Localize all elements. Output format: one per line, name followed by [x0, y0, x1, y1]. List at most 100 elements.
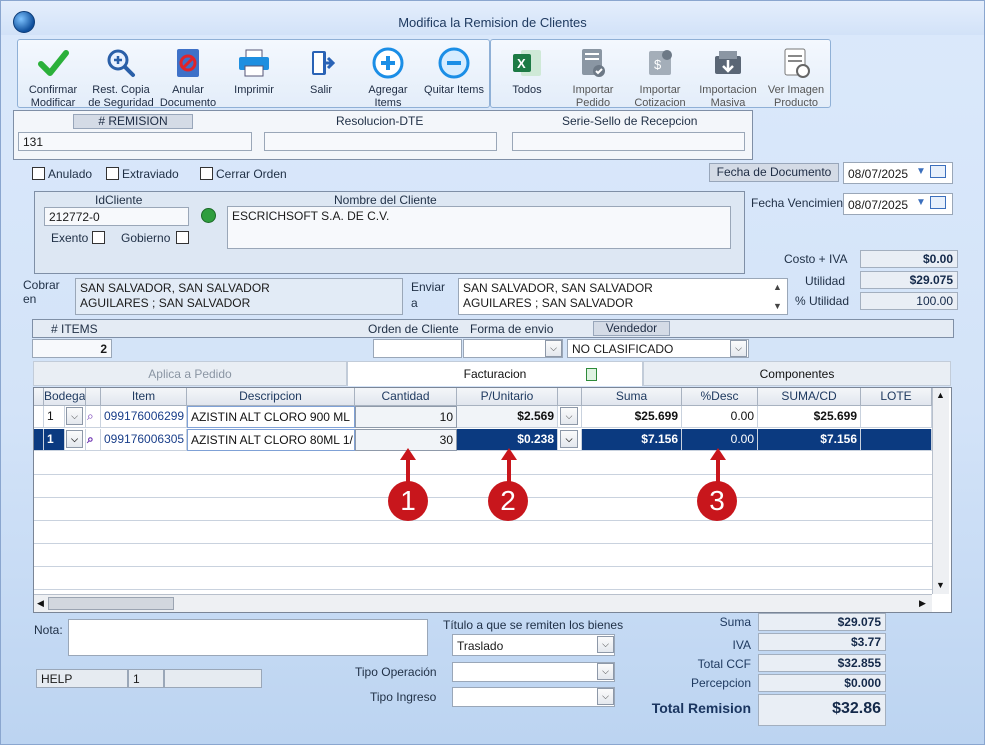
cobrar-field[interactable]: SAN SALVADOR, SAN SALVADOR AGUILARES ; S…	[75, 278, 403, 315]
scroll-right-icon[interactable]: ▶	[919, 598, 926, 609]
cell-punitario[interactable]: $2.569	[457, 406, 558, 428]
client-id-label: IdCliente	[95, 193, 143, 207]
check-circle-icon[interactable]	[201, 208, 216, 223]
table-row[interactable]: 1 ⌵ ⌕ 099176006299 AZISTIN ALT CLORO 900…	[34, 406, 932, 428]
void-document-button[interactable]: Anular Documento	[158, 40, 218, 109]
calendar-icon[interactable]	[930, 165, 946, 178]
utilidad-percent-value: 100.00	[860, 292, 958, 310]
chevron-down-icon[interactable]: ⌵	[560, 407, 578, 425]
table-row-selected[interactable]: 1 ⌵ ⌕ 099176006305 AZISTIN ALT CLORO 80M…	[34, 429, 932, 451]
exit-label: Salir	[309, 84, 332, 96]
chevron-down-icon[interactable]: ▼	[916, 166, 926, 177]
extraviado-checkbox[interactable]	[106, 167, 119, 180]
col-bodega[interactable]: Bodega	[44, 388, 86, 406]
chevron-down-icon[interactable]: ⌵	[597, 636, 614, 653]
col-price-list[interactable]	[558, 388, 582, 406]
cell-bodega[interactable]: 1	[44, 429, 65, 451]
remove-items-button[interactable]: Quitar Items	[422, 40, 486, 108]
cell-bodega[interactable]: 1	[44, 406, 65, 428]
orden-cliente-field[interactable]	[373, 339, 462, 358]
empty-row	[34, 544, 932, 567]
cell-descripcion[interactable]: AZISTIN ALT CLORO 900 ML	[187, 406, 355, 428]
add-items-button[interactable]: Agregar Items	[356, 40, 420, 109]
chevron-down-icon[interactable]: ⌵	[730, 340, 747, 357]
scroll-thumb[interactable]	[48, 597, 174, 610]
cell-sumacd: $25.699	[758, 406, 861, 428]
scroll-up-icon[interactable]: ▲	[773, 280, 782, 295]
tab-componentes[interactable]: Componentes	[643, 361, 951, 386]
excel-all-button[interactable]: X Todos	[495, 40, 559, 108]
col-lote[interactable]: LOTE	[861, 388, 932, 406]
price-dropdown[interactable]: ⌵	[558, 429, 582, 451]
resolucion-label: Resolucion-DTE	[336, 114, 424, 128]
search-icon[interactable]: ⌕	[86, 429, 101, 451]
due-date-field[interactable]: 08/07/2025 ▼	[843, 193, 953, 215]
client-id-field[interactable]: 212772-0	[44, 207, 189, 226]
col-sumacd[interactable]: SUMA/CD	[758, 388, 861, 406]
cell-lote[interactable]	[861, 406, 932, 428]
bulk-import-button[interactable]: Importacion Masiva	[695, 40, 761, 109]
chevron-down-icon[interactable]: ⌵	[545, 340, 562, 357]
cell-lote[interactable]	[861, 429, 932, 451]
scroll-left-icon[interactable]: ◀	[37, 598, 44, 609]
calendar-icon[interactable]	[930, 196, 946, 209]
doc-date-value: 08/07/2025	[848, 167, 909, 181]
tab-facturacion[interactable]: Facturacion	[347, 361, 643, 386]
product-image-button[interactable]: Ver Imagen Producto	[763, 40, 829, 109]
print-button[interactable]: Imprimir	[222, 40, 286, 108]
enviar-field[interactable]: SAN SALVADOR, SAN SALVADOR AGUILARES ; S…	[458, 278, 788, 315]
nota-field[interactable]	[68, 619, 428, 656]
col-suma[interactable]: Suma	[582, 388, 682, 406]
chevron-down-icon[interactable]: ⌵	[66, 430, 83, 448]
cell-item[interactable]: 099176006299	[101, 406, 187, 428]
marker-arrow-1	[406, 459, 410, 483]
cell-cantidad[interactable]: 10	[355, 406, 457, 428]
tipo-ingreso-select[interactable]	[452, 687, 615, 707]
gobierno-checkbox[interactable]	[176, 231, 189, 244]
anulado-checkbox[interactable]	[32, 167, 45, 180]
col-descripcion[interactable]: Descripcion	[187, 388, 355, 406]
scroll-up-icon[interactable]: ▲	[936, 390, 945, 400]
cell-suma: $7.156	[582, 429, 682, 451]
cerrar-orden-checkbox[interactable]	[200, 167, 213, 180]
remove-items-label: Quitar Items	[424, 84, 484, 96]
cell-item[interactable]: 099176006305	[101, 429, 187, 451]
chevron-down-icon[interactable]: ▼	[916, 197, 926, 208]
chevron-down-icon[interactable]: ⌵	[597, 663, 614, 680]
resolucion-field[interactable]	[264, 132, 497, 151]
cell-descripcion[interactable]: AZISTIN ALT CLORO 80ML 1/	[187, 429, 355, 451]
scroll-down-icon[interactable]: ▼	[773, 299, 782, 314]
extraviado-label: Extraviado	[122, 167, 179, 181]
vendedor-select[interactable]: NO CLASIFICADO	[567, 339, 749, 358]
chevron-down-icon[interactable]: ⌵	[66, 407, 83, 425]
tab-aplica-pedido[interactable]: Aplica a Pedido	[33, 361, 347, 386]
exento-checkbox[interactable]	[92, 231, 105, 244]
col-cantidad[interactable]: Cantidad	[355, 388, 457, 406]
remision-number-field[interactable]: 131	[18, 132, 252, 151]
titulo-select[interactable]: Traslado	[452, 634, 615, 656]
col-bodega-search[interactable]	[86, 388, 101, 406]
confirm-button[interactable]: Confirmar Modificar	[22, 40, 84, 109]
col-desc[interactable]: %Desc	[682, 388, 758, 406]
bodega-dropdown[interactable]: ⌵	[65, 406, 86, 428]
restore-backup-button[interactable]: Rest. Copia de Seguridad	[86, 40, 156, 109]
col-item[interactable]: Item	[101, 388, 187, 406]
bodega-dropdown[interactable]: ⌵	[65, 429, 86, 451]
vertical-scrollbar[interactable]: ▲ ▼	[932, 388, 949, 594]
col-punitario[interactable]: P/Unitario	[457, 388, 558, 406]
horizontal-scrollbar[interactable]: ◀ ▶	[34, 594, 932, 612]
serie-sello-field[interactable]	[512, 132, 745, 151]
total-remision-value: $32.86	[758, 694, 886, 726]
doc-date-field[interactable]: 08/07/2025 ▼	[843, 162, 953, 184]
scroll-down-icon[interactable]: ▼	[936, 580, 945, 590]
exit-button[interactable]: Salir	[290, 40, 352, 108]
cell-desc[interactable]: 0.00	[682, 406, 758, 428]
tipo-operacion-select[interactable]	[452, 662, 615, 682]
client-name-field[interactable]: ESCRICHSOFT S.A. DE C.V.	[227, 206, 731, 249]
cobrar-line-2: AGUILARES ; SAN SALVADOR	[80, 296, 251, 310]
chevron-down-icon[interactable]: ⌵	[560, 430, 578, 448]
price-dropdown[interactable]: ⌵	[558, 406, 582, 428]
search-icon[interactable]: ⌕	[86, 406, 101, 428]
import-quote-button[interactable]: $ Importar Cotizacion	[627, 40, 693, 109]
import-order-button[interactable]: Importar Pedido	[561, 40, 625, 109]
